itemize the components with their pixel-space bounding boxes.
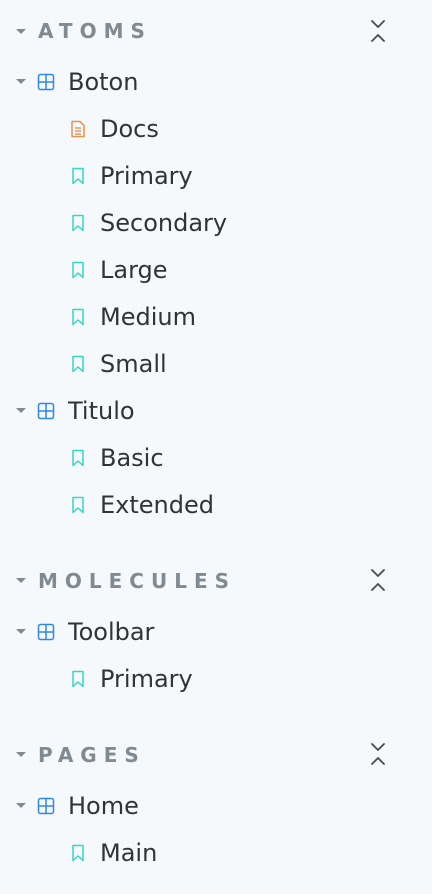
- collapse-all-icon[interactable]: [366, 566, 390, 594]
- bookmark-icon: [69, 261, 87, 279]
- component-grid-icon: [37, 623, 55, 641]
- section-title-molecules[interactable]: MOLECULES: [38, 567, 236, 595]
- component-grid-icon: [37, 402, 55, 420]
- section-title-pages[interactable]: PAGES: [38, 741, 146, 769]
- expand-caret-icon[interactable]: [16, 803, 26, 808]
- bookmark-icon: [69, 670, 87, 688]
- component-grid-icon: [37, 73, 55, 91]
- section-toggle-caret-icon[interactable]: [16, 29, 26, 34]
- collapse-all-icon[interactable]: [366, 17, 390, 45]
- bookmark-icon: [69, 496, 87, 514]
- document-icon: [69, 120, 87, 138]
- collapse-all-icon[interactable]: [366, 740, 390, 768]
- tree-item-secondary[interactable]: Secondary: [100, 208, 227, 238]
- tree-item-medium[interactable]: Medium: [100, 302, 196, 332]
- tree-item-large[interactable]: Large: [100, 255, 168, 285]
- expand-caret-icon[interactable]: [16, 408, 26, 413]
- tree-item-main[interactable]: Main: [100, 838, 157, 868]
- tree-item-primary[interactable]: Primary: [100, 664, 193, 694]
- section-title-atoms[interactable]: ATOMS: [38, 17, 152, 45]
- component-grid-icon: [37, 797, 55, 815]
- tree-item-home[interactable]: Home: [68, 791, 139, 821]
- bookmark-icon: [69, 308, 87, 326]
- section-toggle-caret-icon[interactable]: [16, 578, 26, 583]
- tree-item-primary[interactable]: Primary: [100, 161, 193, 191]
- tree-item-boton[interactable]: Boton: [68, 67, 138, 97]
- tree-item-titulo[interactable]: Titulo: [68, 396, 135, 426]
- bookmark-icon: [69, 844, 87, 862]
- tree-item-toolbar[interactable]: Toolbar: [68, 617, 154, 647]
- bookmark-icon: [69, 449, 87, 467]
- tree-item-extended[interactable]: Extended: [100, 490, 214, 520]
- bookmark-icon: [69, 355, 87, 373]
- expand-caret-icon[interactable]: [16, 629, 26, 634]
- bookmark-icon: [69, 167, 87, 185]
- tree-item-basic[interactable]: Basic: [100, 443, 164, 473]
- tree-item-small[interactable]: Small: [100, 349, 167, 379]
- section-toggle-caret-icon[interactable]: [16, 752, 26, 757]
- bookmark-icon: [69, 214, 87, 232]
- tree-item-docs[interactable]: Docs: [100, 114, 159, 144]
- expand-caret-icon[interactable]: [16, 79, 26, 84]
